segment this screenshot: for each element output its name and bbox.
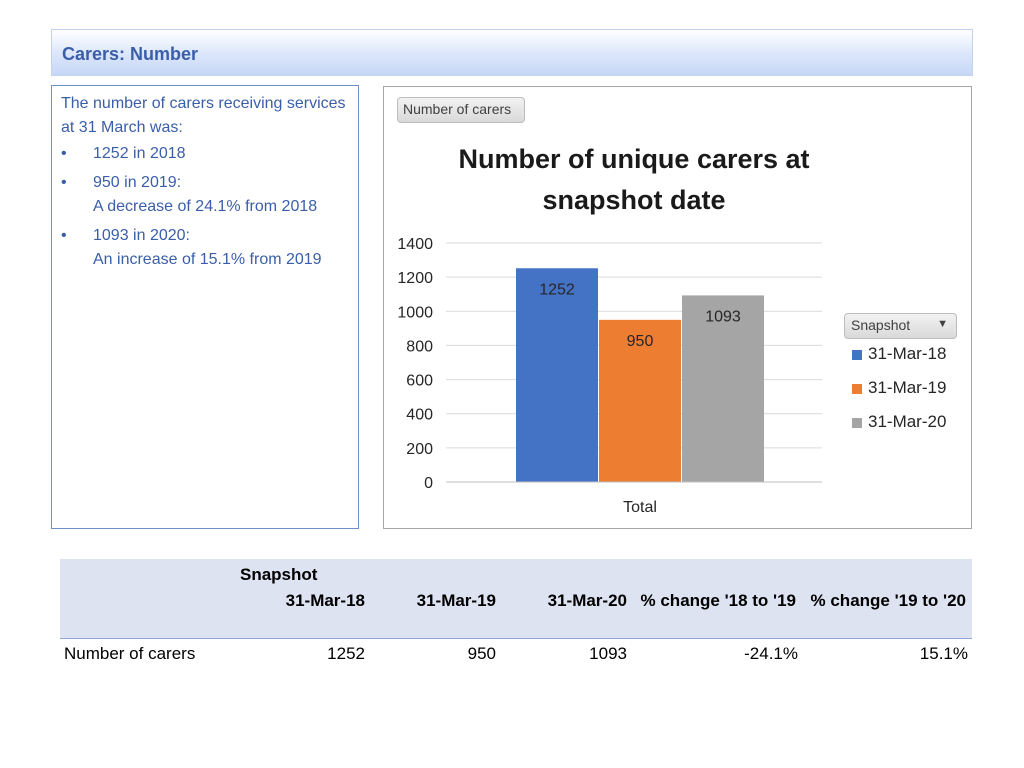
- column-header: % change '19 to '20: [810, 591, 966, 610]
- legend-item: 31-Mar-20: [852, 412, 946, 434]
- bullet-line: 1093 in 2020:: [93, 227, 190, 244]
- bar: [516, 268, 598, 482]
- y-tick-label: 600: [406, 373, 433, 390]
- table-cell: 1093: [589, 644, 627, 663]
- column-header: 31-Mar-20: [547, 591, 627, 610]
- table-group-header: Snapshot: [240, 565, 318, 584]
- y-tick-label: 200: [406, 441, 433, 458]
- bullet-line: 950 in 2019:: [93, 174, 182, 191]
- legend-label: 31-Mar-18: [868, 344, 947, 363]
- y-tick-label: 400: [406, 407, 433, 424]
- legend-swatch: [852, 349, 862, 360]
- row-label: Number of carers: [64, 644, 196, 663]
- bullet-icon: •: [61, 145, 67, 162]
- legend-label: 31-Mar-20: [868, 412, 947, 431]
- chart-panel: Number of carers Number of unique carers…: [383, 86, 972, 529]
- summary-intro: The number of carers receiving services …: [61, 95, 346, 136]
- title-bar: Carers: Number: [51, 29, 973, 76]
- column-header: 31-Mar-18: [285, 591, 365, 610]
- summary-bullet: • 1252 in 2018: [61, 142, 349, 166]
- table-cell: 950: [467, 644, 496, 663]
- column-header: 31-Mar-19: [416, 591, 496, 610]
- table-cell: 1252: [327, 644, 365, 663]
- legend-item: 31-Mar-19: [852, 378, 946, 400]
- y-tick-label: 0: [424, 475, 433, 492]
- x-tick-label: Total: [623, 499, 657, 516]
- y-tick-label: 800: [406, 338, 433, 355]
- summary-bullet: • 1093 in 2020: An increase of 15.1% fro…: [61, 224, 349, 272]
- summary-box: The number of carers receiving services …: [51, 85, 359, 529]
- bullet-icon: •: [61, 227, 67, 244]
- bar-chart: 0 200 400 600 800 1000 1200 1400 1252 950 1093 Tota…: [397, 236, 822, 516]
- data-label: 1252: [539, 281, 575, 298]
- bullet-subline: A decrease of 24.1% from 2018: [93, 198, 318, 215]
- data-label: 1093: [705, 308, 741, 325]
- data-label: 950: [627, 333, 654, 350]
- table-cell: -24.1%: [744, 644, 798, 663]
- legend-filter-label: Snapshot: [851, 317, 911, 333]
- legend-item: 31-Mar-18: [852, 344, 946, 366]
- legend-swatch: [852, 417, 862, 428]
- y-tick-label: 1000: [397, 304, 433, 321]
- y-tick-label: 1200: [397, 270, 433, 287]
- bullet-line: 1252 in 2018: [93, 145, 186, 162]
- dropdown-arrow-icon: ▼: [937, 318, 948, 330]
- legend-swatch: [852, 383, 862, 394]
- column-header: % change '18 to '19: [640, 591, 796, 610]
- summary-list: • 1252 in 2018 • 950 in 2019: A decrease…: [61, 142, 349, 272]
- summary-bullet: • 950 in 2019: A decrease of 24.1% from …: [61, 171, 349, 219]
- table-cell: 15.1%: [919, 644, 968, 663]
- legend-filter-button[interactable]: Snapshot ▼: [844, 313, 957, 339]
- bullet-subline: An increase of 15.1% from 2019: [93, 251, 322, 268]
- page-title: Carers: Number: [62, 44, 199, 64]
- y-tick-label: 1400: [397, 236, 433, 253]
- bullet-icon: •: [61, 174, 67, 191]
- legend-label: 31-Mar-19: [868, 378, 947, 397]
